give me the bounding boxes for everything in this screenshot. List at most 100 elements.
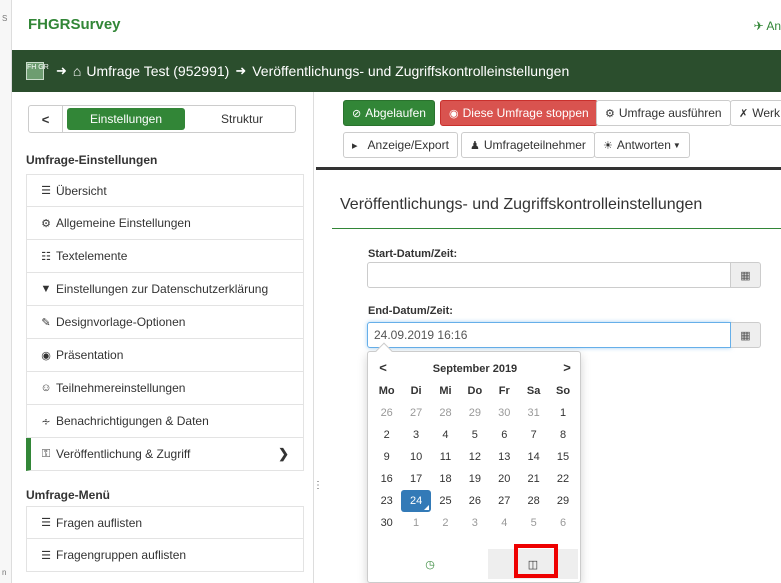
- calendar-icon[interactable]: ▦: [731, 322, 761, 348]
- list-icon: ☰: [41, 185, 51, 197]
- calendar-day[interactable]: 1: [548, 402, 577, 424]
- calendar-day[interactable]: 3: [401, 424, 430, 446]
- calendar-day[interactable]: 29: [548, 490, 577, 512]
- sidebar-item-label: Einstellungen zur Datenschutzerklärung: [56, 282, 269, 296]
- list-icon: ☰: [41, 517, 51, 529]
- sidebar-item-textelemente[interactable]: ☷ Textelemente: [26, 240, 304, 273]
- calendar-day[interactable]: 29: [460, 402, 489, 424]
- calendar-week-row: 9 10 11 12 13 14 15: [372, 446, 578, 468]
- sidebar-item-label: Fragen auflisten: [56, 515, 143, 530]
- calendar-day[interactable]: 4: [490, 512, 519, 534]
- sidebar-item-benachrichtigungen[interactable]: ∻ Benachrichtigungen & Daten: [26, 405, 304, 438]
- sidebar-item-label: Präsentation: [56, 348, 124, 362]
- sidebar-item-veroeffentlichung[interactable]: ⚿ Veröffentlichung & Zugriff ❯: [26, 438, 304, 471]
- calendar-day[interactable]: 28: [431, 402, 460, 424]
- datepicker-footer: ◷ ◫: [372, 544, 578, 579]
- clear-date-button[interactable]: ◫: [488, 544, 578, 579]
- tools-button[interactable]: ✗ Werk: [730, 100, 781, 126]
- calendar-day[interactable]: 11: [431, 446, 460, 468]
- participants-label: Umfrageteilnehmer: [483, 138, 586, 152]
- sidebar-item-uebersicht[interactable]: ☰ Übersicht: [26, 174, 304, 207]
- calendar-day[interactable]: 10: [401, 446, 430, 468]
- calendar-day[interactable]: 21: [519, 468, 548, 490]
- calendar-day[interactable]: 19: [460, 468, 489, 490]
- weekday-label: Do: [467, 385, 483, 397]
- calendar-day[interactable]: 28: [519, 490, 548, 512]
- calendar-day[interactable]: 6: [490, 424, 519, 446]
- responses-dropdown-button[interactable]: ☀ Antworten ▼: [594, 132, 690, 158]
- stop-survey-button[interactable]: ◉ Diese Umfrage stoppen: [440, 100, 598, 126]
- calendar-day[interactable]: 27: [401, 402, 430, 424]
- run-survey-button[interactable]: ⚙ Umfrage ausführen: [596, 100, 731, 126]
- calendar-day[interactable]: 26: [460, 490, 489, 512]
- prev-month-button[interactable]: <: [371, 360, 395, 378]
- cog-icon: ⚙: [605, 107, 615, 120]
- calendar-day[interactable]: 6: [548, 512, 577, 534]
- eye-slash-icon: ◉: [41, 349, 51, 362]
- participants-button[interactable]: ♟ Umfrageteilnehmer: [461, 132, 595, 158]
- activate-button-label: Abgelaufen: [365, 106, 426, 120]
- tab-struktur[interactable]: Struktur: [189, 106, 295, 132]
- gears-icon: ⚙: [41, 217, 51, 230]
- calendar-day[interactable]: 17: [401, 468, 430, 490]
- home-icon[interactable]: ⌂: [73, 63, 81, 79]
- calendar-day[interactable]: 25: [431, 490, 460, 512]
- sidebar-item-label: Allgemeine Einstellungen: [56, 216, 191, 230]
- calendar-day[interactable]: 14: [519, 446, 548, 468]
- clock-icon[interactable]: ◷: [372, 549, 488, 579]
- sidebar-item-datenschutz[interactable]: ▼ Einstellungen zur Datenschutzerklärung: [26, 273, 304, 306]
- month-title[interactable]: September 2019: [408, 363, 542, 375]
- calendar-day-selected[interactable]: 24: [401, 490, 431, 512]
- edge-char: n: [2, 568, 7, 577]
- calendar-day[interactable]: 30: [372, 512, 401, 534]
- breadcrumb-survey-link[interactable]: Umfrage Test (952991): [86, 63, 229, 79]
- users-icon: ☺: [40, 382, 52, 394]
- sidebar-item-praesentation[interactable]: ◉ Präsentation: [26, 339, 304, 372]
- calendar-day[interactable]: 5: [519, 512, 548, 534]
- edge-char: S: [2, 14, 8, 23]
- sidebar-item-fragen-auflisten[interactable]: ☰ Fragen auflisten: [26, 506, 304, 539]
- activate-button[interactable]: ⊘ Abgelaufen: [343, 100, 435, 126]
- calendar-day[interactable]: 18: [431, 468, 460, 490]
- calendar-icon[interactable]: ▦: [731, 262, 761, 288]
- calendar-day[interactable]: 12: [460, 446, 489, 468]
- sidebar-item-label: Designvorlage-Optionen: [56, 315, 186, 329]
- topbar-right-link[interactable]: ✈ An: [754, 19, 781, 33]
- start-date-input[interactable]: [367, 262, 731, 288]
- calendar-grid: Mo Di Mi Do Fr Sa So 26 27 28 29 30 31 1 2 3 4 5 6 7 8 9 10 11 1…: [372, 380, 578, 534]
- brand-link[interactable]: FHGRSurvey: [28, 16, 121, 33]
- calendar-day[interactable]: 8: [548, 424, 577, 446]
- stop-circle-icon: ◉: [449, 107, 459, 120]
- calendar-day[interactable]: 4: [431, 424, 460, 446]
- calendar-day[interactable]: 22: [548, 468, 577, 490]
- calendar-day[interactable]: 1: [401, 512, 430, 534]
- next-month-button[interactable]: >: [555, 360, 579, 378]
- calendar-day[interactable]: 15: [548, 446, 577, 468]
- calendar-day[interactable]: 23: [372, 490, 401, 512]
- sidebar-item-allgemeine-einstellungen[interactable]: ⚙ Allgemeine Einstellungen: [26, 207, 304, 240]
- calendar-day[interactable]: 16: [372, 468, 401, 490]
- sidebar-item-fragengruppen-auflisten[interactable]: ☰ Fragengruppen auflisten: [26, 539, 304, 572]
- calendar-day[interactable]: 20: [490, 468, 519, 490]
- calendar-day[interactable]: 31: [519, 402, 548, 424]
- calendar-day[interactable]: 2: [372, 424, 401, 446]
- sidebar-item-designvorlage[interactable]: ✎ Designvorlage-Optionen: [26, 306, 304, 339]
- comments-icon: ☀: [603, 139, 613, 152]
- calendar-day[interactable]: 3: [460, 512, 489, 534]
- sidebar-item-label: Übersicht: [56, 183, 107, 198]
- display-export-button[interactable]: ▸ Anzeige/Export: [343, 132, 458, 158]
- calendar-day[interactable]: 30: [490, 402, 519, 424]
- sidebar-item-teilnehmereinstellungen[interactable]: ☺ Teilnehmereinstellungen: [26, 372, 304, 405]
- calendar-day[interactable]: 9: [372, 446, 401, 468]
- calendar-day[interactable]: 2: [431, 512, 460, 534]
- calendar-day[interactable]: 7: [519, 424, 548, 446]
- calendar-day[interactable]: 5: [460, 424, 489, 446]
- datepicker-popup: < September 2019 > Mo Di Mi Do Fr Sa So 26 27 28 2…: [367, 342, 581, 583]
- tools-label: Werk: [752, 106, 780, 120]
- tab-einstellungen[interactable]: Einstellungen: [67, 108, 185, 130]
- calendar-day[interactable]: 13: [490, 446, 519, 468]
- collapse-sidebar-button[interactable]: <: [29, 106, 63, 132]
- end-date-input[interactable]: 24.09.2019 16:16: [367, 322, 731, 348]
- calendar-day[interactable]: 27: [490, 490, 519, 512]
- calendar-day[interactable]: 26: [372, 402, 401, 424]
